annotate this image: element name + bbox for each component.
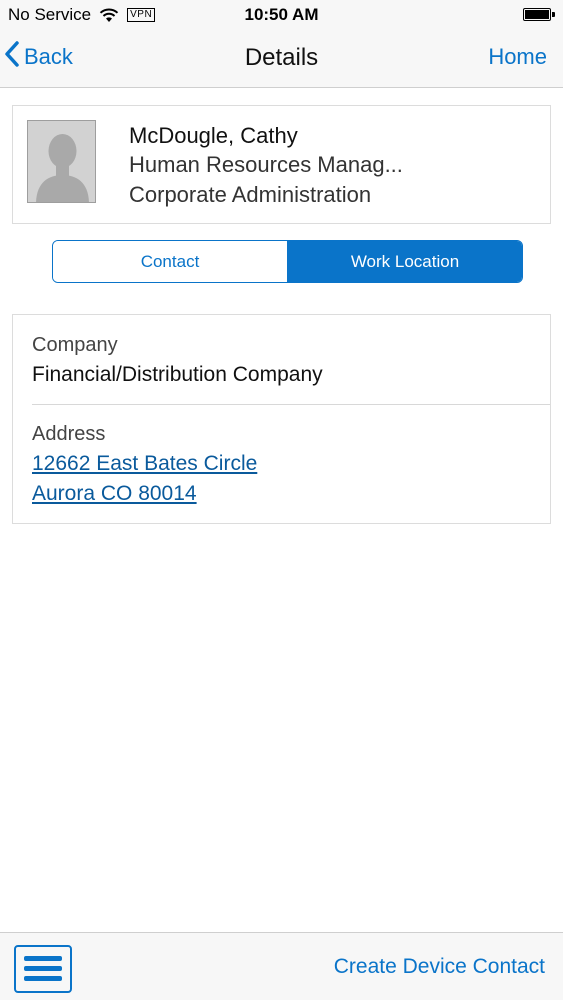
employee-job-title: Human Resources Manag... <box>129 152 403 177</box>
profile-card: McDougle, Cathy Human Resources Manag...… <box>12 105 551 224</box>
home-button[interactable]: Home <box>488 44 547 70</box>
create-device-contact-button[interactable]: Create Device Contact <box>334 955 545 979</box>
address-label: Address <box>32 423 106 445</box>
status-bar: No Service VPN 10:50 AM <box>0 0 563 30</box>
address-section: Address 12662 East Bates Circle Aurora C… <box>32 419 257 509</box>
company-section: Company Financial/Distribution Company <box>32 330 323 390</box>
navigation-bar: Back Details Home <box>0 30 563 88</box>
address-line-2-link[interactable]: Aurora CO 80014 <box>32 479 257 509</box>
person-silhouette-icon <box>28 121 95 202</box>
work-location-card: Company Financial/Distribution Company A… <box>12 314 551 524</box>
status-time: 10:50 AM <box>244 5 319 24</box>
profile-text: McDougle, Cathy Human Resources Manag...… <box>129 122 403 210</box>
employee-name: McDougle, Cathy <box>129 123 298 148</box>
avatar <box>27 120 96 203</box>
company-label: Company <box>32 334 118 356</box>
battery-icon <box>523 8 555 21</box>
company-value: Financial/Distribution Company <box>32 363 323 386</box>
divider <box>32 404 550 405</box>
tab-work-location[interactable]: Work Location <box>288 241 522 282</box>
tab-contact[interactable]: Contact <box>53 241 288 282</box>
address-line-1-link[interactable]: 12662 East Bates Circle <box>32 449 257 479</box>
details-segmented-control: Contact Work Location <box>52 240 523 283</box>
bottom-toolbar: Create Device Contact <box>0 932 563 1000</box>
page-title: Details <box>244 44 319 71</box>
menu-button[interactable] <box>14 945 72 993</box>
employee-department: Corporate Administration <box>129 182 372 207</box>
